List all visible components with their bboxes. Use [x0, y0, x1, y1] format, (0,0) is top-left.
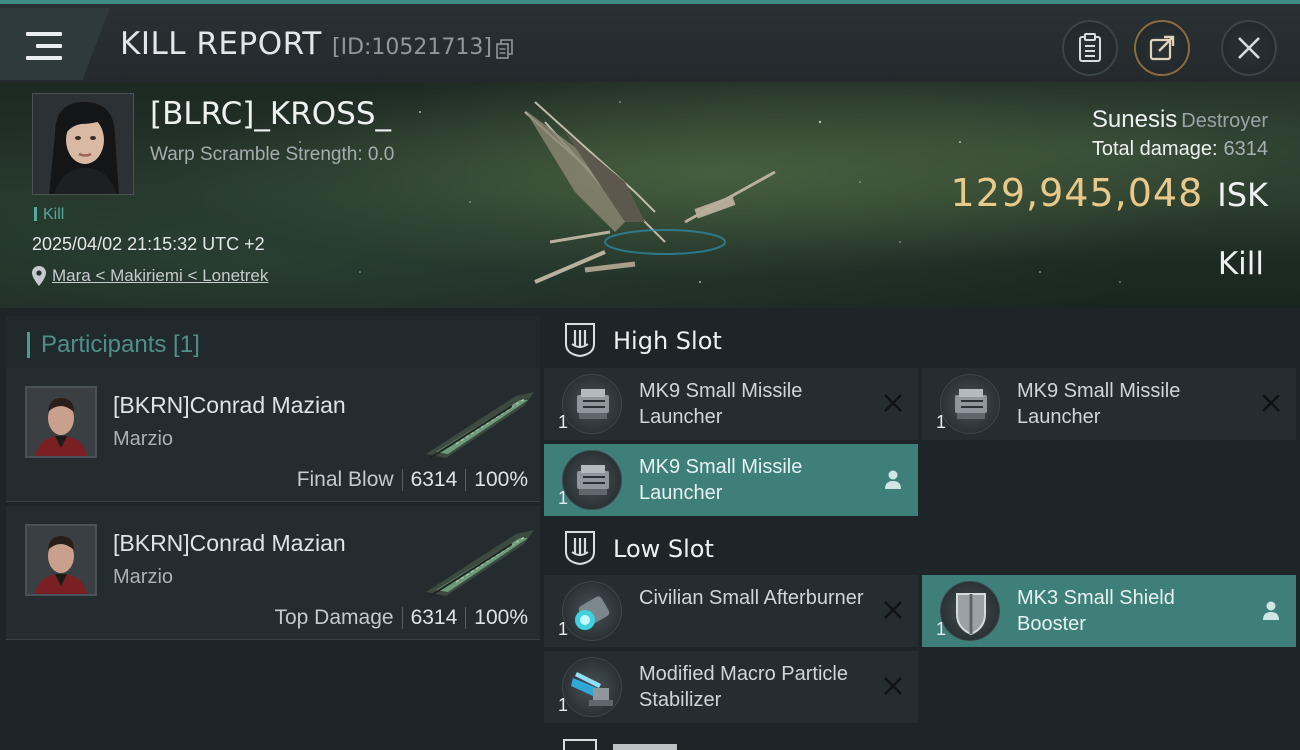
module-quantity: 1	[558, 488, 569, 508]
module-item[interactable]: 1 Modified Macro Particle Stabilizer	[544, 651, 918, 723]
low-slot-header: Low Slot	[540, 518, 1300, 578]
participant-damage: 6314	[410, 468, 458, 491]
kill-location[interactable]: Mara < Makiriemi < Lonetrek	[32, 266, 268, 286]
participant-name[interactable]: [BKRN]Conrad Mazian	[113, 530, 346, 557]
module-name: MK9 Small Missile Launcher	[639, 456, 803, 504]
module-name: MK9 Small Missile Launcher	[639, 380, 803, 428]
destroyed-x-icon	[884, 394, 902, 412]
module-name: Modified Macro Particle Stabilizer	[639, 663, 848, 711]
victim-portrait-image	[33, 94, 133, 194]
report-id: [ID:10521713]	[332, 35, 492, 60]
isk-value: 129,945,048	[950, 171, 1204, 215]
participant-avatar[interactable]	[25, 386, 97, 458]
clipboard-button[interactable]	[1062, 20, 1118, 76]
menu-button[interactable]	[0, 8, 110, 80]
participant-card[interactable]: [BKRN]Conrad Mazian Marzio Final Blow 63…	[6, 368, 540, 502]
kill-result: Kill	[1217, 246, 1264, 282]
participant-percent: 100%	[474, 468, 528, 491]
module-item[interactable]: 1 MK3 Small Shield Booster	[922, 575, 1296, 647]
total-damage-value: 6314	[1223, 138, 1269, 160]
victim-avatar[interactable]	[32, 93, 134, 195]
module-quantity: 1	[936, 619, 947, 639]
participant-portrait-image	[27, 388, 95, 456]
warp-scramble-strength: Warp Scramble Strength: 0.0	[150, 144, 395, 165]
participant-role: Top Damage	[274, 606, 394, 629]
high-slot-title: High Slot	[613, 327, 722, 355]
module-item[interactable]: 1 MK9 Small Missile Launcher	[544, 444, 918, 516]
participant-damage: 6314	[410, 606, 458, 629]
victim-banner: [BLRC]_KROSS_ Warp Scramble Strength: 0.…	[0, 82, 1300, 308]
clipboard-icon	[1079, 33, 1101, 62]
shield-booster-icon	[940, 581, 1000, 641]
dropped-person-icon	[1263, 601, 1279, 620]
fitting-panel: High Slot 1 MK9 Small Missile Launcher 1…	[540, 308, 1300, 750]
destroyed-x-icon	[884, 601, 902, 619]
kill-datetime: 2025/04/02 21:15:32 UTC +2	[32, 234, 265, 254]
total-damage-label: Total damage:	[1091, 138, 1218, 160]
destroyed-x-icon	[1262, 394, 1280, 412]
participant-ship-image	[426, 530, 534, 597]
high-slot-icon	[565, 323, 595, 358]
participant-ship-image	[426, 392, 534, 459]
dropped-person-icon	[885, 470, 901, 489]
page-title: KILL REPORT	[120, 26, 322, 62]
participant-corp: Marzio	[113, 566, 174, 588]
module-quantity: 1	[558, 695, 569, 715]
low-slot-icon	[565, 531, 595, 566]
module-item[interactable]: 1 MK9 Small Missile Launcher	[544, 368, 918, 440]
module-item[interactable]: 1 MK9 Small Missile Launcher	[922, 368, 1296, 440]
hamburger-icon	[26, 32, 62, 60]
participant-stats: Top Damage 6314 100%	[274, 606, 528, 630]
missile-launcher-icon	[562, 374, 622, 434]
copy-icon[interactable]	[496, 39, 514, 59]
participant-percent: 100%	[474, 606, 528, 629]
destroyed-x-icon	[884, 677, 902, 695]
participant-corp: Marzio	[113, 428, 174, 450]
module-quantity: 1	[558, 619, 569, 639]
participant-name[interactable]: [BKRN]Conrad Mazian	[113, 392, 346, 419]
title-bar: KILL REPORT [ID:10521713]	[0, 0, 1300, 82]
mid-slot-header-partial	[563, 739, 677, 750]
afterburner-icon	[562, 581, 622, 641]
module-quantity: 1	[558, 412, 569, 432]
share-button[interactable]	[1134, 20, 1190, 76]
victim-name[interactable]: [BLRC]_KROSS_	[150, 96, 391, 132]
participant-portrait-image	[27, 526, 95, 594]
module-quantity: 1	[936, 412, 947, 432]
missile-launcher-icon	[562, 450, 622, 510]
participants-header: Participants [1]	[6, 316, 540, 372]
particle-stabilizer-icon	[562, 657, 622, 717]
ship-class: Destroyer	[1181, 110, 1268, 132]
high-slot-header: High Slot	[540, 310, 1300, 370]
victim-ship-image	[524, 101, 776, 284]
participant-avatar[interactable]	[25, 524, 97, 596]
module-name: MK3 Small Shield Booster	[1017, 587, 1175, 635]
missile-launcher-icon	[940, 374, 1000, 434]
module-name: Civilian Small Afterburner	[639, 587, 864, 609]
participants-panel: Participants [1] [BKRN]Conrad Mazian Mar…	[0, 308, 540, 750]
ship-summary: Sunesis Destroyer Total damage: 6314 129,9…	[951, 106, 1268, 215]
location-link[interactable]: Mara < Makiriemi < Lonetrek	[52, 266, 268, 286]
participant-role: Final Blow	[296, 468, 394, 491]
module-name: MK9 Small Missile Launcher	[1017, 380, 1181, 428]
share-icon	[1149, 35, 1175, 61]
isk-unit: ISK	[1217, 176, 1268, 214]
module-item[interactable]: 1 Civilian Small Afterburner	[544, 575, 918, 647]
close-icon	[1238, 37, 1260, 59]
participants-title: Participants [1]	[41, 331, 200, 358]
low-slot-title: Low Slot	[613, 535, 714, 563]
kill-type-tag: Kill	[34, 206, 64, 224]
location-pin-icon	[32, 266, 46, 286]
participant-stats: Final Blow 6314 100%	[297, 468, 528, 492]
participant-card[interactable]: [BKRN]Conrad Mazian Marzio Top Damage 63…	[6, 506, 540, 640]
ship-name[interactable]: Sunesis	[1092, 106, 1177, 133]
close-button[interactable]	[1221, 20, 1277, 76]
